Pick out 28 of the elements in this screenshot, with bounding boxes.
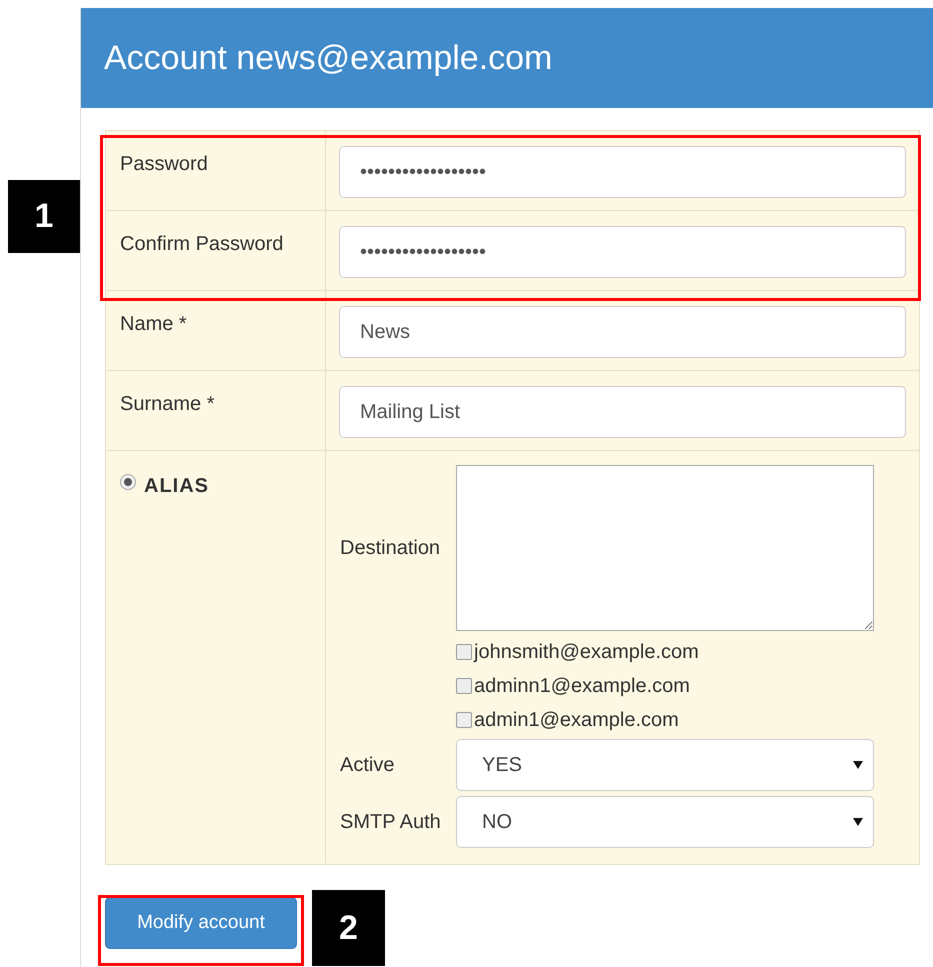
field-label: Surname *	[120, 393, 214, 415]
checkbox[interactable]	[456, 644, 472, 660]
recipient-email: johnsmith@example.com	[474, 640, 699, 665]
checkbox[interactable]	[456, 678, 472, 694]
caret-icon	[853, 818, 863, 826]
dropdown[interactable]: YES	[456, 739, 874, 791]
checkbox[interactable]	[456, 712, 472, 728]
input-field[interactable]: News	[339, 306, 906, 358]
dropdown[interactable]: NO	[456, 796, 874, 848]
field-label: Password	[120, 153, 208, 175]
select-label: Active	[340, 753, 396, 778]
radio-button[interactable]	[120, 474, 136, 490]
alias-label: ALIAS	[144, 474, 209, 499]
recipient-email: adminn1@example.com	[474, 674, 690, 699]
panel-title: Account news@example.com	[104, 38, 552, 78]
field-label: Name *	[120, 313, 187, 335]
select-label: SMTP Auth	[340, 810, 442, 835]
input-field[interactable]: ••••••••••••••••••	[339, 226, 906, 278]
recipient-email: admin1@example.com	[474, 708, 679, 733]
input-field[interactable]: ••••••••••••••••••	[339, 146, 906, 198]
destination-label: Destination	[340, 536, 442, 561]
field-label: Confirm Password	[120, 233, 284, 255]
callout-number: 2	[312, 890, 385, 966]
caret-icon	[853, 761, 863, 769]
callout-number: 1	[8, 180, 80, 253]
destination-field[interactable]	[456, 465, 874, 631]
modify-account-button[interactable]: Modify account	[105, 897, 297, 949]
input-field[interactable]: Mailing List	[339, 386, 906, 438]
